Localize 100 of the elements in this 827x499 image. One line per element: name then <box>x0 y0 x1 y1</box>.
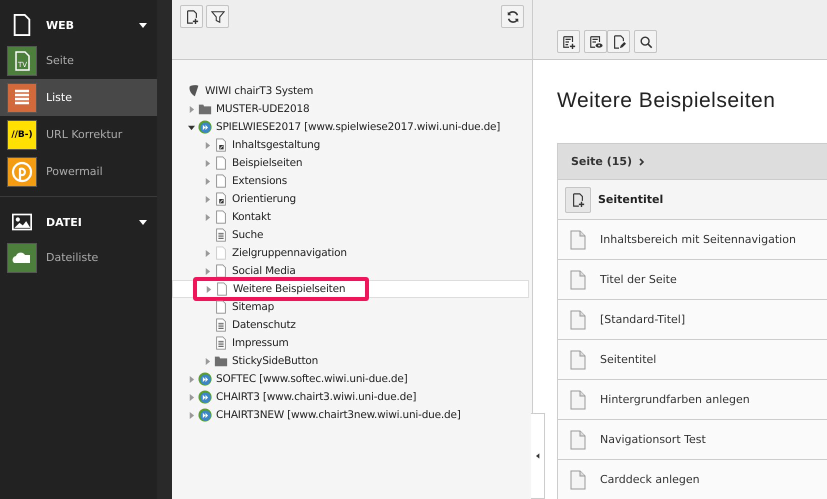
folder-icon <box>214 354 228 368</box>
tree-item[interactable]: Orientierung <box>172 190 532 208</box>
table-cell: Titel der Seite <box>600 273 677 286</box>
shortcut-page-icon <box>214 192 228 206</box>
tree-item[interactable]: Zielgruppennavigation <box>172 244 532 262</box>
badge-icon: //B-) <box>8 120 36 148</box>
caret-right-icon[interactable] <box>204 160 211 166</box>
page-icon <box>570 390 586 410</box>
search-button[interactable] <box>634 30 657 53</box>
tree-item[interactable]: CHAIRT3 [www.chairt3.wiwi.uni-due.de] <box>172 388 532 406</box>
page-icon <box>214 210 228 224</box>
collapse-handle[interactable] <box>531 413 545 499</box>
tree-item[interactable]: StickySideButton <box>172 352 532 370</box>
page-icon <box>12 14 32 36</box>
tree-item[interactable]: Extensions <box>172 172 532 190</box>
caret-right-icon[interactable] <box>188 106 195 112</box>
table-cell: Inhaltsbereich mit Seitennavigation <box>600 233 796 246</box>
module-item[interactable]: Dateiliste <box>0 239 157 276</box>
table-heading[interactable]: Seite (15) <box>571 155 632 168</box>
new-page-icon <box>571 192 585 206</box>
filter-button[interactable] <box>206 5 229 28</box>
page-icon <box>570 270 586 290</box>
caret-right-icon[interactable] <box>204 250 211 256</box>
tree-item[interactable]: Inhaltsgestaltung <box>172 136 532 154</box>
table-cell: [Standard-Titel] <box>600 313 686 326</box>
page-icon <box>570 430 586 450</box>
new-page-button[interactable] <box>565 186 591 212</box>
eye-document-icon <box>588 34 602 48</box>
table-cell: Carddeck anlegen <box>600 473 700 486</box>
new-page-button[interactable] <box>180 5 203 28</box>
caret-down-icon[interactable] <box>139 21 147 29</box>
caret-left-icon <box>536 453 540 459</box>
caret-right-icon[interactable] <box>205 286 212 292</box>
caret-down-icon[interactable] <box>188 124 195 130</box>
page-icon <box>214 174 228 188</box>
page-icon <box>214 300 228 314</box>
globe-icon <box>198 408 212 422</box>
tree-item[interactable]: SOFTEC [www.softec.wiwi.uni-due.de] <box>172 370 532 388</box>
view-page-button[interactable] <box>584 30 607 53</box>
module-item[interactable]: Powermail <box>0 153 157 190</box>
edit-page-icon <box>612 34 626 48</box>
edit-page-button[interactable] <box>607 30 630 53</box>
tree-item[interactable]: CHAIRT3NEW [www.chairt3new.wiwi.uni-due.de] <box>172 406 532 424</box>
globe-icon <box>198 120 212 134</box>
table-cell: Hintergrundfarben anlegen <box>600 393 750 406</box>
page-icon <box>215 282 229 296</box>
new-record-button[interactable] <box>557 30 580 53</box>
refresh-icon <box>506 10 520 24</box>
logo-icon <box>187 84 201 98</box>
page-icon <box>570 350 586 370</box>
module-group-title[interactable]: WEB <box>46 18 139 32</box>
folder-icon <box>198 102 212 116</box>
caret-right-icon[interactable] <box>204 214 211 220</box>
page-icon <box>214 156 228 170</box>
text-page-icon <box>214 318 228 332</box>
table-header[interactable]: Seite (15) <box>558 144 827 180</box>
tree-item[interactable]: Impressum <box>172 334 532 352</box>
page-icon <box>570 470 586 490</box>
module-group-title[interactable]: DATEI <box>46 216 139 228</box>
new-record-icon <box>562 34 576 48</box>
module-item[interactable]: //B-) URL Korrektur <box>0 116 157 153</box>
tree-item[interactable]: Kontakt <box>172 208 532 226</box>
tree-item[interactable]: Sitemap <box>172 298 532 316</box>
text-page-icon <box>214 336 228 350</box>
page-icon <box>570 230 586 250</box>
caret-right-icon[interactable] <box>188 376 195 382</box>
caret-right-icon[interactable] <box>204 142 211 148</box>
image-icon <box>12 211 32 233</box>
caret-right-icon[interactable] <box>204 358 211 364</box>
globe-icon <box>198 390 212 404</box>
column-header[interactable]: Seitentitel <box>598 193 664 206</box>
tree-item[interactable]: Weitere Beispielseiten <box>172 280 529 298</box>
caret-right-icon[interactable] <box>188 412 195 418</box>
caret-right-icon[interactable] <box>204 196 211 202</box>
globe-icon <box>198 372 212 386</box>
tree-item[interactable]: MUSTER-UDE2018 <box>172 100 532 118</box>
shortcut-page-icon <box>214 138 228 152</box>
caret-right-icon[interactable] <box>188 394 195 400</box>
page-icon <box>214 264 228 278</box>
tree-root-label[interactable]: WIWI chairT3 System <box>205 85 314 97</box>
refresh-button[interactable] <box>501 5 524 28</box>
new-page-icon <box>184 10 198 24</box>
caret-right-icon[interactable] <box>204 178 211 184</box>
module-item[interactable]: Liste <box>0 79 157 116</box>
chevron-right-icon <box>638 158 646 166</box>
tree-item[interactable]: Suche <box>172 226 532 244</box>
table-cell: Seitentitel <box>600 353 656 366</box>
tree-item[interactable]: Social Media <box>172 262 532 280</box>
tree-item[interactable]: Beispielseiten <box>172 154 532 172</box>
caret-right-icon[interactable] <box>204 268 211 274</box>
page-icon <box>214 246 228 260</box>
page-title: Weitere Beispielseiten <box>557 89 776 113</box>
text-page-icon <box>214 228 228 242</box>
search-icon <box>638 34 652 48</box>
page-icon <box>570 310 586 330</box>
tree-item[interactable]: SPIELWIESE2017 [www.spielwiese2017.wiwi.uni-due.de] <box>172 118 532 136</box>
caret-down-icon[interactable] <box>139 218 147 226</box>
tree-item[interactable]: Datenschutz <box>172 316 532 334</box>
table-cell: Navigationsort Test <box>600 433 706 446</box>
filter-icon <box>210 10 224 24</box>
